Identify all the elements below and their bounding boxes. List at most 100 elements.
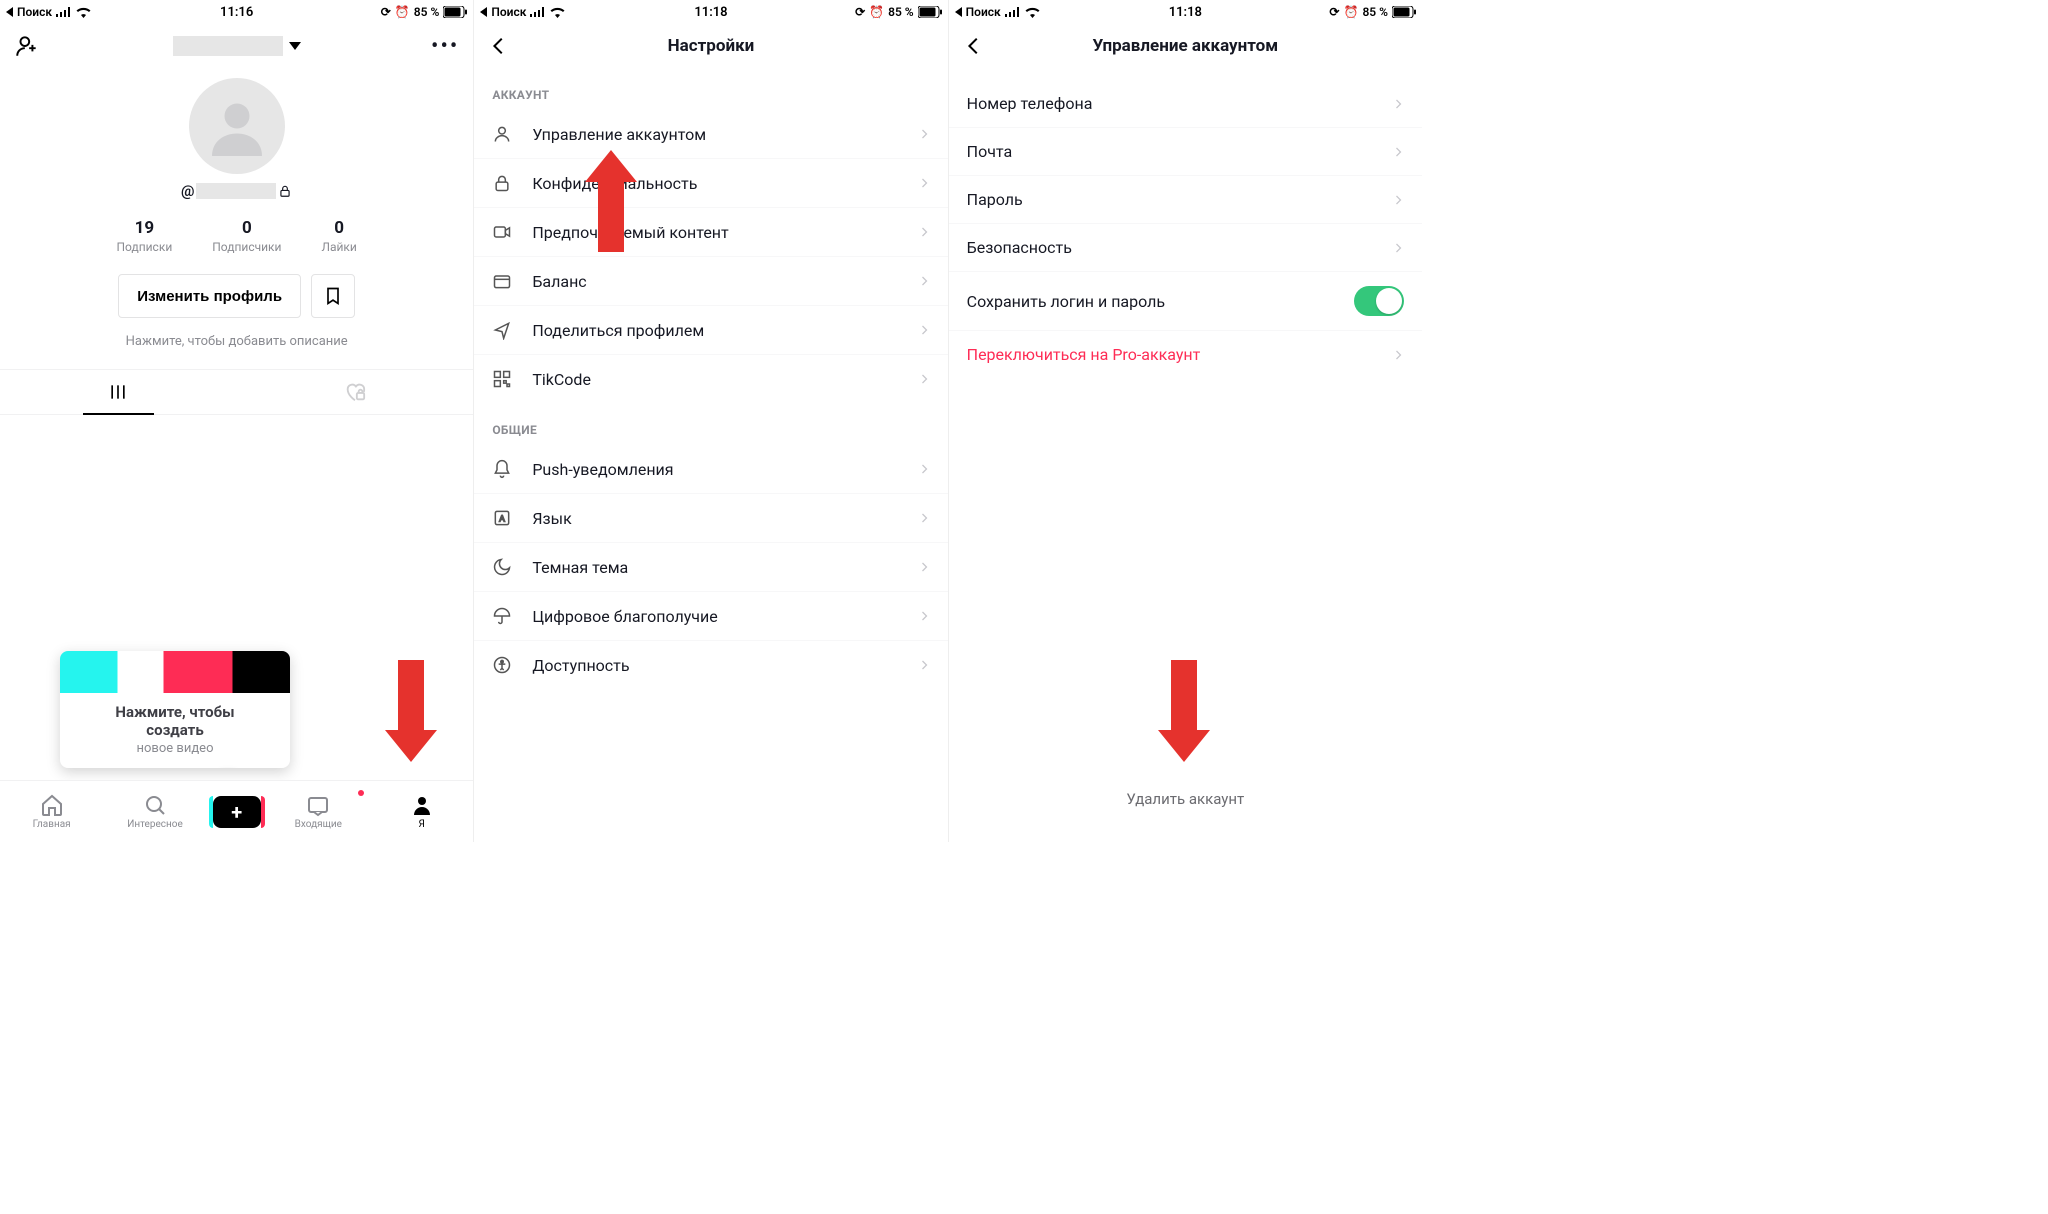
qr-icon xyxy=(492,369,512,389)
share-icon xyxy=(492,320,512,340)
chevron-right-icon xyxy=(1392,349,1404,361)
carrier-label: Поиск xyxy=(17,5,52,19)
back-button[interactable] xyxy=(963,35,985,57)
row-phone[interactable]: Номер телефона xyxy=(949,80,1422,128)
row-email[interactable]: Почта xyxy=(949,128,1422,176)
row-manage-account[interactable]: Управление аккаунтом xyxy=(474,110,947,159)
settings-list-general: Push-уведомления AЯзык Темная тема Цифро… xyxy=(474,445,947,689)
tab-liked[interactable] xyxy=(237,370,474,414)
clock: 11:18 xyxy=(694,5,727,20)
bio-hint[interactable]: Нажмите, чтобы добавить описание xyxy=(0,334,473,349)
profile-stats: 19Подписки 0Подписчики 0Лайки xyxy=(0,218,473,254)
orientation-lock-icon: ⟳ xyxy=(1329,5,1339,19)
person-icon xyxy=(492,124,512,144)
signal-icon xyxy=(1005,7,1021,17)
chevron-right-icon xyxy=(918,610,930,622)
chevron-right-icon xyxy=(1392,242,1404,254)
delete-account-link[interactable]: Удалить аккаунт xyxy=(949,790,1422,808)
row-switch-pro[interactable]: Переключиться на Pro-аккаунт xyxy=(949,331,1422,378)
nav-discover[interactable]: Интересное xyxy=(103,793,206,830)
alarm-icon: ⏰ xyxy=(1343,5,1358,19)
wallet-icon xyxy=(492,271,512,291)
wifi-icon xyxy=(1025,7,1040,18)
orientation-lock-icon: ⟳ xyxy=(381,5,391,19)
row-dark-mode[interactable]: Темная тема xyxy=(474,543,947,592)
nav-create[interactable]: + xyxy=(207,796,267,828)
nav-me[interactable]: Я xyxy=(370,793,473,830)
bottom-nav: Главная Интересное + Входящие Я xyxy=(0,780,473,842)
screen-profile: Поиск 11:16 ⟳ ⏰ 85 % ••• @ xyxy=(0,0,474,842)
chevron-right-icon xyxy=(918,128,930,140)
row-security[interactable]: Безопасность xyxy=(949,224,1422,272)
settings-header: Настройки xyxy=(474,24,947,68)
chevron-right-icon xyxy=(918,324,930,336)
chevron-right-icon xyxy=(1392,98,1404,110)
plus-icon: + xyxy=(213,796,261,828)
status-bar: Поиск 11:18 ⟳⏰85 % xyxy=(949,0,1422,24)
screen-manage-account: Поиск 11:18 ⟳⏰85 % Управление аккаунтом … xyxy=(949,0,1422,842)
create-video-tooltip[interactable]: Нажмите, чтобысоздать новое видео xyxy=(60,651,290,768)
row-accessibility[interactable]: Доступность xyxy=(474,641,947,689)
profile-header: ••• xyxy=(0,24,473,68)
annotation-arrow-down xyxy=(1171,660,1210,762)
battery-icon xyxy=(918,6,942,18)
row-balance[interactable]: Баланс xyxy=(474,257,947,306)
more-menu-button[interactable]: ••• xyxy=(431,34,459,59)
page-title: Настройки xyxy=(668,36,755,56)
status-bar: Поиск 11:16 ⟳ ⏰ 85 % xyxy=(0,0,473,24)
bookmark-button[interactable] xyxy=(311,274,355,318)
tooltip-art xyxy=(60,651,290,693)
avatar[interactable] xyxy=(189,78,285,174)
back-button[interactable] xyxy=(488,35,510,57)
nav-inbox[interactable]: Входящие xyxy=(267,793,370,830)
manage-list: Номер телефона Почта Пароль Безопасность… xyxy=(949,80,1422,378)
video-icon xyxy=(492,222,512,242)
profile-name-dropdown[interactable] xyxy=(173,36,301,56)
moon-icon xyxy=(492,557,512,577)
back-triangle-icon xyxy=(480,7,487,17)
back-triangle-icon xyxy=(6,7,13,17)
row-share-profile[interactable]: Поделиться профилем xyxy=(474,306,947,355)
chevron-right-icon xyxy=(918,373,930,385)
row-tikcode[interactable]: TikCode xyxy=(474,355,947,403)
inbox-icon xyxy=(306,793,330,817)
umbrella-icon xyxy=(492,606,512,626)
chevron-right-icon xyxy=(1392,146,1404,158)
row-language[interactable]: AЯзык xyxy=(474,494,947,543)
edit-profile-button[interactable]: Изменить профиль xyxy=(118,274,301,318)
signal-icon xyxy=(56,7,72,17)
signal-icon xyxy=(530,7,546,17)
wifi-icon xyxy=(76,7,91,18)
battery-pct: 85 % xyxy=(414,5,440,19)
stat-followers[interactable]: 0Подписчики xyxy=(212,218,281,254)
row-privacy[interactable]: Конфиденциальность xyxy=(474,159,947,208)
chevron-right-icon xyxy=(918,512,930,524)
row-digital-wellbeing[interactable]: Цифровое благополучие xyxy=(474,592,947,641)
stat-likes[interactable]: 0Лайки xyxy=(321,218,356,254)
battery-icon xyxy=(1392,6,1416,18)
accessibility-icon xyxy=(492,655,512,675)
toggle-on-icon[interactable] xyxy=(1354,286,1404,316)
wifi-icon xyxy=(550,7,565,18)
nav-home[interactable]: Главная xyxy=(0,793,103,830)
add-friend-icon[interactable] xyxy=(14,33,40,59)
stat-following[interactable]: 19Подписки xyxy=(116,218,172,254)
chevron-right-icon xyxy=(918,659,930,671)
battery-pct: 85 % xyxy=(888,5,914,19)
manage-header: Управление аккаунтом xyxy=(949,24,1422,68)
grid-icon xyxy=(108,382,128,402)
chevron-right-icon xyxy=(1392,194,1404,206)
chevron-right-icon xyxy=(918,177,930,189)
chevron-right-icon xyxy=(918,226,930,238)
status-bar: Поиск 11:18 ⟳⏰85 % xyxy=(474,0,947,24)
row-save-login[interactable]: Сохранить логин и пароль xyxy=(949,272,1422,331)
row-push[interactable]: Push-уведомления xyxy=(474,445,947,494)
profile-icon xyxy=(410,793,434,817)
settings-list-account: Управление аккаунтом Конфиденциальность … xyxy=(474,110,947,403)
svg-text:A: A xyxy=(500,513,506,523)
tab-grid[interactable] xyxy=(0,370,237,414)
row-content-pref[interactable]: Предпочитаемый контент xyxy=(474,208,947,257)
alarm-icon: ⏰ xyxy=(395,5,410,19)
section-header-general: ОБЩИЕ xyxy=(474,403,947,445)
row-password[interactable]: Пароль xyxy=(949,176,1422,224)
